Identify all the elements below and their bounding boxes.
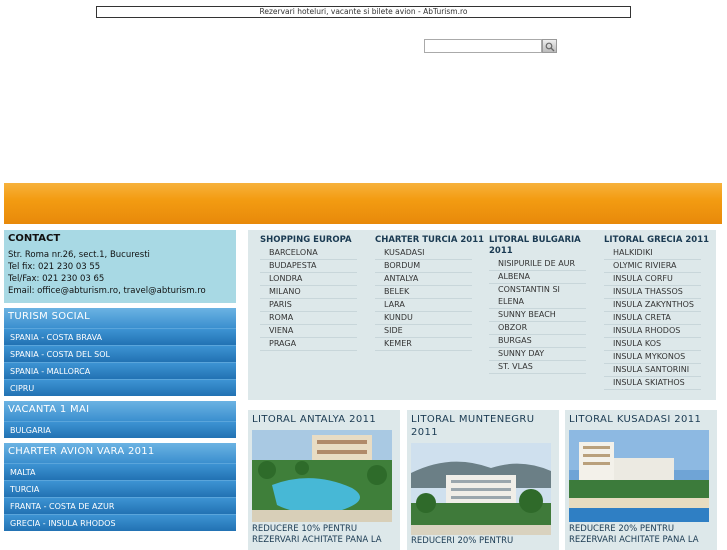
sidebar-item[interactable]: GRECIA - INSULA RHODOS [4, 514, 236, 531]
menu-link[interactable]: BORDUM [375, 260, 472, 273]
menu-link[interactable]: BARCELONA [260, 247, 357, 260]
menu-link[interactable]: MILANO [260, 286, 357, 299]
menu-link[interactable]: SUNNY DAY [489, 348, 586, 361]
offer-card-title[interactable]: LITORAL ANTALYA 2011 [248, 410, 400, 426]
menu-link[interactable]: INSULA SANTORINI [604, 364, 701, 377]
sidebar-item[interactable]: SPANIA - COSTA DEL SOL [4, 345, 236, 362]
menu-link[interactable]: SIDE [375, 325, 472, 338]
search-button[interactable] [542, 39, 557, 53]
offer-card-muntenegru[interactable]: LITORAL MUNTENEGRU 2011 REDUCERI 20% PEN… [407, 410, 559, 550]
menu-link[interactable]: ALBENA [489, 271, 586, 284]
offer-card-title[interactable]: LITORAL MUNTENEGRU 2011 [407, 410, 559, 439]
menu-link[interactable]: INSULA SKIATHOS [604, 377, 701, 390]
menu-column-shopping: SHOPPING EUROPA BARCELONA BUDAPESTA LOND… [260, 235, 370, 351]
menu-link[interactable]: INSULA THASSOS [604, 286, 701, 299]
sidebar: CONTACT Str. Roma nr.26, sect.1, Bucures… [4, 230, 236, 531]
menu-link[interactable]: INSULA MYKONOS [604, 351, 701, 364]
menu-link[interactable]: KUSADASI [375, 247, 472, 260]
sidebar-box-turism-social: TURISM SOCIAL SPANIA - COSTA BRAVA SPANI… [4, 308, 236, 396]
menu-column-heading[interactable]: SHOPPING EUROPA [260, 235, 370, 246]
sidebar-item[interactable]: BULGARIA [4, 421, 236, 438]
menu-column-turcia: CHARTER TURCIA 2011 KUSADASI BORDUM ANTA… [375, 235, 485, 351]
menu-link[interactable]: INSULA CORFU [604, 273, 701, 286]
menu-link[interactable]: OLYMIC RIVIERA [604, 260, 701, 273]
menu-link[interactable]: ST. VLAS [489, 361, 586, 374]
menu-link[interactable]: OBZOR [489, 322, 586, 335]
menu-link[interactable]: NISIPURILE DE AUR [489, 258, 586, 271]
sidebar-box-vacanta: VACANTA 1 MAI BULGARIA [4, 401, 236, 438]
menu-link[interactable]: INSULA CRETA [604, 312, 701, 325]
menu-link[interactable]: KEMER [375, 338, 472, 351]
contact-heading: CONTACT [8, 233, 61, 244]
contact-phone: Tel fix: 021 230 03 55 [8, 262, 101, 272]
destinations-menu: SHOPPING EUROPA BARCELONA BUDAPESTA LOND… [248, 230, 716, 400]
sidebar-box-title: VACANTA 1 MAI [4, 401, 236, 421]
contact-email: Email: office@abturism.ro, travel@abturi… [8, 286, 206, 296]
search-input[interactable] [424, 39, 542, 53]
menu-link[interactable]: INSULA RHODOS [604, 325, 701, 338]
sidebar-item[interactable]: MALTA [4, 463, 236, 480]
menu-link[interactable]: PRAGA [260, 338, 357, 351]
menu-link[interactable]: BELEK [375, 286, 472, 299]
menu-link[interactable]: LONDRA [260, 273, 357, 286]
menu-column-grecia: LITORAL GRECIA 2011 HALKIDIKI OLYMIC RIV… [604, 235, 714, 390]
offer-card-kusadasi[interactable]: LITORAL KUSADASI 2011 REDUCERE 20% PENTR… [565, 410, 717, 550]
menu-link[interactable]: BURGAS [489, 335, 586, 348]
menu-link[interactable]: ANTALYA [375, 273, 472, 286]
sidebar-box-charter: CHARTER AVION VARA 2011 MALTA TURCIA FRA… [4, 443, 236, 531]
offer-card-image[interactable] [569, 430, 709, 522]
menu-link[interactable]: KUNDU [375, 312, 472, 325]
menu-link[interactable]: INSULA KOS [604, 338, 701, 351]
menu-column-heading[interactable]: LITORAL GRECIA 2011 [604, 235, 714, 246]
menu-link[interactable]: LARA [375, 299, 472, 312]
contact-panel: CONTACT Str. Roma nr.26, sect.1, Bucures… [4, 230, 236, 303]
contact-address: Str. Roma nr.26, sect.1, Bucuresti [8, 250, 150, 260]
menu-column-heading[interactable]: LITORAL BULGARIA 2011 [489, 235, 599, 257]
offer-card-description: REDUCERE 10% PENTRU REZERVARI ACHITATE P… [252, 524, 382, 545]
menu-link[interactable]: BUDAPESTA [260, 260, 357, 273]
offer-card-title[interactable]: LITORAL KUSADASI 2011 [565, 410, 717, 426]
sidebar-box-title: TURISM SOCIAL [4, 308, 236, 328]
sidebar-box-title: CHARTER AVION VARA 2011 [4, 443, 236, 463]
search-box [424, 39, 557, 53]
search-icon [545, 42, 555, 52]
header-banner [4, 183, 722, 224]
offer-card-antalya[interactable]: LITORAL ANTALYA 2011 REDUCERE 10% PENTRU… [248, 410, 400, 550]
menu-link[interactable]: PARIS [260, 299, 357, 312]
offer-card-image[interactable] [252, 430, 392, 522]
sidebar-item[interactable]: SPANIA - COSTA BRAVA [4, 328, 236, 345]
menu-link[interactable]: ROMA [260, 312, 357, 325]
menu-link[interactable]: VIENA [260, 325, 357, 338]
contact-fax: Tel/Fax: 021 230 03 65 [8, 274, 105, 284]
offer-card-description: REDUCERI 20% PENTRU [411, 536, 514, 546]
menu-link[interactable]: CONSTANTIN SI ELENA [489, 284, 586, 309]
menu-link[interactable]: SUNNY BEACH [489, 309, 586, 322]
page-title-bar: Rezervari hoteluri, vacante si bilete av… [96, 6, 631, 18]
sidebar-item[interactable]: CIPRU [4, 379, 236, 396]
offer-card-description: REDUCERE 20% PENTRU REZERVARI ACHITATE P… [569, 524, 699, 545]
menu-link[interactable]: INSULA ZAKYNTHOS [604, 299, 701, 312]
sidebar-item[interactable]: TURCIA [4, 480, 236, 497]
sidebar-item[interactable]: FRANTA - COSTA DE AZUR [4, 497, 236, 514]
offer-card-image[interactable] [411, 443, 551, 535]
sidebar-item[interactable]: SPANIA - MALLORCA [4, 362, 236, 379]
menu-link[interactable]: HALKIDIKI [604, 247, 701, 260]
menu-column-bulgaria: LITORAL BULGARIA 2011 NISIPURILE DE AUR … [489, 235, 599, 374]
menu-column-heading[interactable]: CHARTER TURCIA 2011 [375, 235, 485, 246]
